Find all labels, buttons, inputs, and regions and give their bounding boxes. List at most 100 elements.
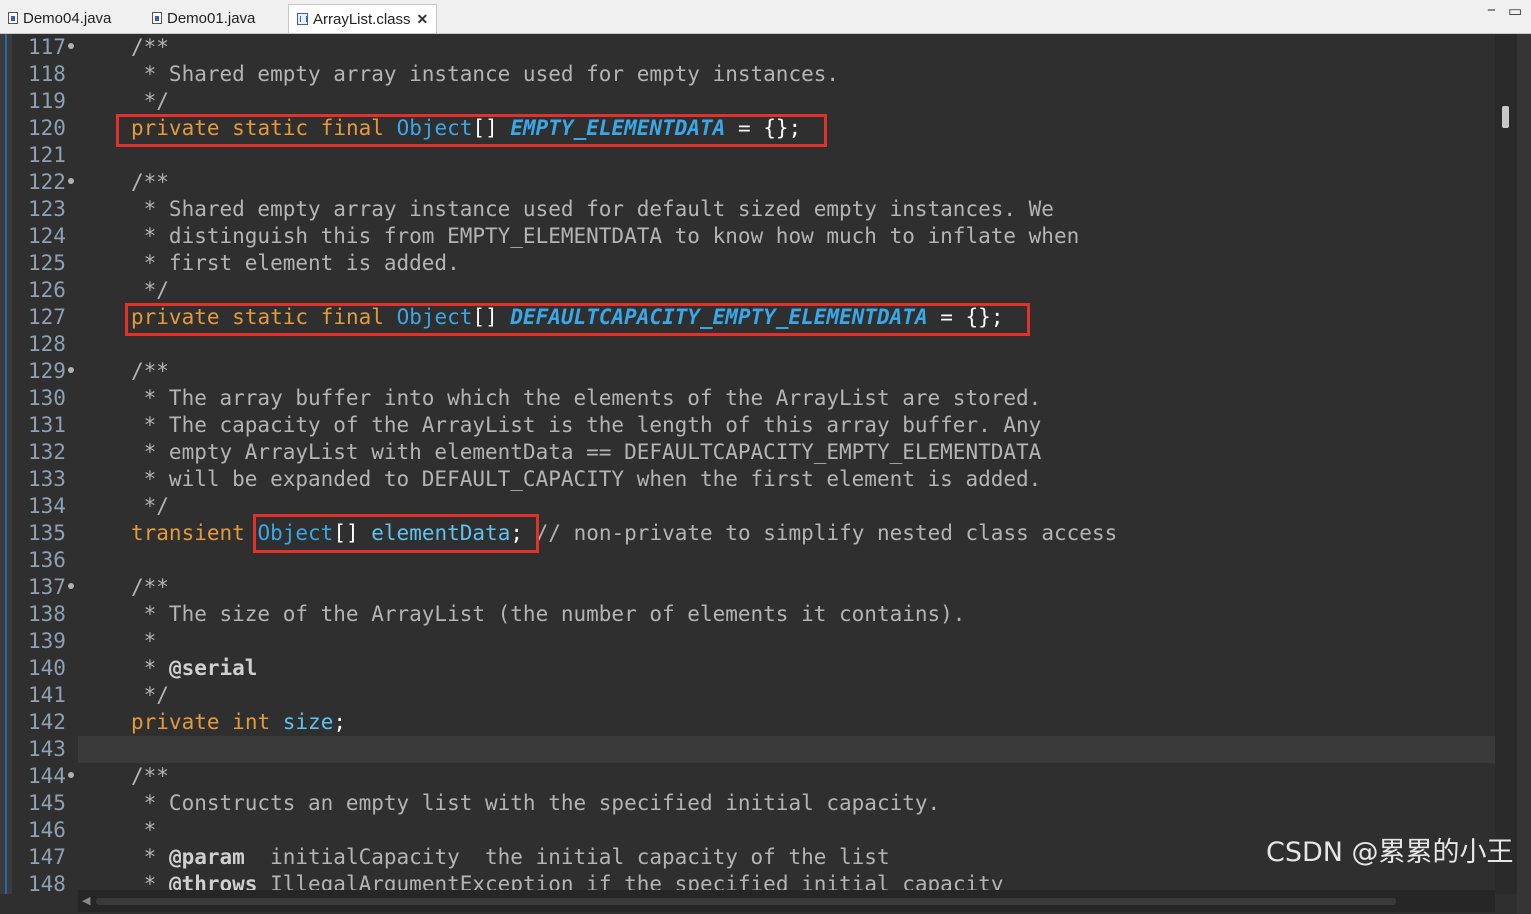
line-number: 123: [28, 197, 66, 221]
keyword: static: [232, 305, 309, 329]
code-line-127: private static final Object[] DEFAULTCAP…: [131, 304, 1003, 331]
comment-prefix: *: [131, 845, 169, 869]
line-number: 138: [28, 602, 66, 626]
code-line-138: * The size of the ArrayList (the number …: [131, 602, 966, 626]
line-number: 128: [28, 332, 66, 356]
keyword: int: [232, 710, 271, 734]
vertical-scrollbar[interactable]: [1495, 34, 1517, 894]
line-number: 121: [28, 143, 66, 167]
close-tab-icon[interactable]: ✕: [417, 11, 429, 27]
javadoc-tag: @param: [168, 845, 245, 869]
editor-tab-bar: Demo04.java Demo01.java ArrayList.class ✕…: [0, 0, 1531, 34]
code-line-118: * Shared empty array instance used for e…: [131, 62, 840, 86]
code-line-137: /**: [131, 575, 169, 599]
tab-label: Demo04.java: [23, 10, 112, 27]
semicolon: ;: [510, 521, 523, 545]
field-name: elementData: [371, 521, 511, 545]
code-line-124: * distinguish this from EMPTY_ELEMENTDAT…: [131, 224, 1080, 248]
code-line-129: /**: [131, 359, 169, 383]
scrollbar-thumb[interactable]: [1502, 106, 1509, 128]
line-number: 141: [28, 683, 66, 707]
brackets: []: [333, 521, 359, 545]
initializer: = {};: [927, 305, 1004, 329]
initializer: = {};: [725, 116, 802, 140]
line-number: 126: [28, 278, 66, 302]
code-line-147: * @param initialCapacity the initial cap…: [131, 844, 890, 871]
type-name: Object: [396, 116, 473, 140]
line-number: 131: [28, 413, 66, 437]
code-line-145: * Constructs an empty list with the spec…: [131, 791, 941, 815]
line-number: 134: [28, 494, 66, 518]
code-line-140: * @serial: [131, 655, 258, 682]
code-line-132: * empty ArrayList with elementData == DE…: [131, 440, 1042, 464]
line-number: 133: [28, 467, 66, 491]
code-line-120: private static final Object[] EMPTY_ELEM…: [131, 115, 801, 142]
code-editor[interactable]: 117 118 119 120 121 122 123 124 125 126 127 128 129 1…: [0, 34, 1531, 914]
tab-label: Demo01.java: [167, 10, 256, 27]
fold-marker-icon[interactable]: [68, 367, 74, 373]
code-line-131: * The capacity of the ArrayList is the l…: [131, 413, 1042, 437]
overview-ruler: [0, 34, 12, 894]
watermark: CSDN @累累的小王: [1266, 837, 1514, 868]
line-number: 146: [28, 818, 66, 842]
brackets: []: [472, 305, 498, 329]
code-line-117: /**: [131, 35, 169, 59]
line-number: 143: [28, 737, 66, 761]
semicolon: ;: [333, 710, 346, 734]
minimize-icon[interactable]: −: [1487, 2, 1496, 19]
keyword: final: [320, 116, 384, 140]
line-number: 142: [28, 710, 66, 734]
line-number: 135: [28, 521, 66, 545]
code-line-119: */: [131, 89, 169, 113]
keyword: private: [131, 710, 220, 734]
comment-prefix: *: [131, 656, 169, 680]
line-number: 118: [28, 62, 66, 86]
scroll-left-icon[interactable]: ◀: [82, 894, 90, 907]
java-file-icon: [8, 12, 18, 24]
type-name: Object: [396, 305, 473, 329]
current-line-highlight: [78, 736, 1495, 763]
tab-demo01[interactable]: Demo01.java: [144, 4, 263, 33]
horizontal-scrollbar[interactable]: ◀: [78, 890, 1495, 912]
code-line-135: transient Object[] elementData; // non-p…: [131, 520, 1117, 547]
keyword: private: [131, 305, 220, 329]
tab-label: ArrayList.class: [313, 11, 411, 28]
constant-name: EMPTY_ELEMENTDATA: [510, 116, 726, 140]
keyword: final: [320, 305, 384, 329]
line-number: 120: [28, 116, 66, 140]
line-number: 132: [28, 440, 66, 464]
tab-demo04[interactable]: Demo04.java: [0, 4, 119, 33]
line-number: 124: [28, 224, 66, 248]
java-file-icon: [152, 12, 162, 24]
comment-text: initialCapacity the initial capacity of …: [244, 845, 890, 869]
code-line-146: *: [131, 818, 157, 842]
line-number: 130: [28, 386, 66, 410]
code-line-141: */: [131, 683, 169, 707]
right-margin: [1517, 34, 1531, 914]
fold-marker-icon[interactable]: [68, 772, 74, 778]
constant-name: DEFAULTCAPACITY_EMPTY_ELEMENTDATA: [510, 305, 928, 329]
keyword: static: [232, 116, 309, 140]
line-number: 119: [28, 89, 66, 113]
tab-arraylist-class[interactable]: ArrayList.class ✕: [288, 4, 438, 33]
line-number: 140: [28, 656, 66, 680]
fold-marker-icon[interactable]: [68, 583, 74, 589]
line-number: 147: [28, 845, 66, 869]
code-line-134: */: [131, 494, 169, 518]
maximize-icon[interactable]: ▭: [1508, 2, 1522, 20]
code-line-123: * Shared empty array instance used for d…: [131, 197, 1054, 221]
fold-marker-icon[interactable]: [68, 43, 74, 49]
brackets: []: [472, 116, 498, 140]
keyword: private: [131, 116, 220, 140]
line-number: 136: [28, 548, 66, 572]
javadoc-tag: @serial: [168, 656, 258, 680]
fold-marker-icon[interactable]: [68, 178, 74, 184]
line-number: 125: [28, 251, 66, 275]
code-line-125: * first element is added.: [131, 251, 460, 275]
field-name: size: [282, 710, 334, 734]
scrollbar-thumb[interactable]: [96, 898, 1396, 905]
code-line-144: /**: [131, 764, 169, 788]
code-line-142: private int size;: [131, 709, 346, 736]
line-number: 148: [28, 872, 66, 896]
line-number: 145: [28, 791, 66, 815]
